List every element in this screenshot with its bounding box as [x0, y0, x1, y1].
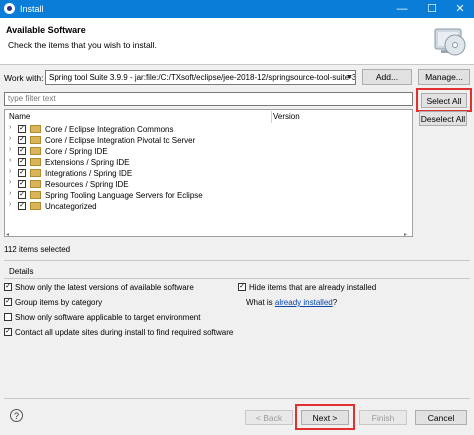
wizard-header: Available Software Check the items that …	[0, 18, 474, 65]
chevron-down-icon[interactable]: ▼	[346, 71, 353, 84]
install-cd-icon	[434, 28, 466, 56]
package-icon	[30, 191, 41, 199]
expand-chevron-icon[interactable]: ›	[9, 146, 11, 153]
software-tree: Name Version › ✓ Core / Eclipse Integrat…	[4, 109, 413, 237]
separator	[4, 260, 470, 261]
tree-item[interactable]: › ✓ Core / Eclipse Integration Commons	[9, 124, 389, 135]
expand-chevron-icon[interactable]: ›	[9, 190, 11, 197]
scroll-left-icon[interactable]: ◂	[6, 231, 9, 238]
already-installed-link[interactable]: already installed	[275, 298, 333, 307]
item-checkbox[interactable]: ✓	[18, 191, 26, 199]
target-environment-checkbox[interactable]: Show only software applicable to target …	[4, 312, 264, 323]
tree-item[interactable]: › ✓ Core / Spring IDE	[9, 146, 389, 157]
tree-item[interactable]: › ✓ Integrations / Spring IDE	[9, 168, 389, 179]
selection-count: 112 items selected	[4, 245, 71, 254]
tree-item-label: Extensions / Spring IDE	[45, 158, 130, 167]
help-icon[interactable]: ?	[10, 409, 23, 422]
page-title: Available Software	[6, 25, 86, 35]
expand-chevron-icon[interactable]: ›	[9, 168, 11, 175]
item-checkbox[interactable]: ✓	[18, 125, 26, 133]
tree-item[interactable]: › ✓ Resources / Spring IDE	[9, 179, 389, 190]
checkbox-label: Show only the latest versions of availab…	[15, 283, 194, 292]
latest-versions-checkbox[interactable]: ✓ Show only the latest versions of avail…	[4, 282, 234, 293]
package-icon	[30, 158, 41, 166]
item-checkbox[interactable]: ✓	[18, 158, 26, 166]
minimize-button[interactable]: —	[388, 0, 416, 18]
details-label: Details	[9, 267, 34, 276]
back-button[interactable]: < Back	[245, 410, 293, 425]
window-title: Install	[20, 4, 44, 14]
tree-item-label: Uncategorized	[45, 202, 97, 211]
finish-button[interactable]: Finish	[359, 410, 407, 425]
what-is-installed-text: What is already installed?	[246, 297, 337, 308]
checkbox-label: Show only software applicable to target …	[15, 313, 201, 322]
select-all-button[interactable]: Select All	[421, 93, 467, 108]
checkbox-box[interactable]: ✓	[4, 328, 12, 336]
package-icon	[30, 136, 41, 144]
item-checkbox[interactable]: ✓	[18, 136, 26, 144]
item-checkbox[interactable]: ✓	[18, 169, 26, 177]
manage-button[interactable]: Manage...	[418, 69, 470, 85]
cancel-button[interactable]: Cancel	[415, 410, 467, 425]
hide-installed-checkbox[interactable]: ✓ Hide items that are already installed	[238, 282, 468, 293]
next-highlight: Next >	[295, 404, 355, 430]
expand-chevron-icon[interactable]: ›	[9, 135, 11, 142]
what-is-suffix: ?	[332, 298, 338, 307]
work-with-label: Work with:	[4, 73, 44, 83]
separator	[4, 278, 470, 279]
title-bar: Install — ☐ ✕	[0, 0, 474, 18]
contact-update-sites-checkbox[interactable]: ✓ Contact all update sites during instal…	[4, 327, 304, 338]
column-separator[interactable]	[271, 111, 272, 123]
tree-item-label: Core / Eclipse Integration Pivotal tc Se…	[45, 136, 196, 145]
expand-chevron-icon[interactable]: ›	[9, 179, 11, 186]
tree-item[interactable]: › ✓ Spring Tooling Language Servers for …	[9, 190, 389, 201]
next-button[interactable]: Next >	[301, 410, 349, 425]
item-checkbox[interactable]: ✓	[18, 147, 26, 155]
tree-item[interactable]: › ✓ Uncategorized	[9, 201, 389, 212]
column-name[interactable]: Name	[9, 111, 30, 123]
checkbox-box[interactable]	[4, 313, 12, 321]
eclipse-icon	[4, 3, 15, 14]
tree-item-label: Spring Tooling Language Servers for Ecli…	[45, 191, 203, 200]
package-icon	[30, 202, 41, 210]
checkbox-label: Hide items that are already installed	[249, 283, 377, 292]
checkbox-box[interactable]: ✓	[4, 298, 12, 306]
item-checkbox[interactable]: ✓	[18, 180, 26, 188]
checkbox-label: Contact all update sites during install …	[15, 328, 234, 337]
tree-item-label: Integrations / Spring IDE	[45, 169, 133, 178]
scroll-right-icon[interactable]: ▸	[404, 231, 407, 238]
what-is-prefix: What is	[246, 298, 273, 307]
select-all-highlight: Select All	[416, 88, 472, 112]
tree-item-label: Core / Eclipse Integration Commons	[45, 125, 174, 134]
checkbox-box[interactable]: ✓	[238, 283, 246, 291]
package-icon	[30, 125, 41, 133]
add-button[interactable]: Add...	[362, 69, 412, 85]
checkbox-label: Group items by category	[15, 298, 103, 307]
tree-item-label: Resources / Spring IDE	[45, 180, 129, 189]
separator	[4, 398, 470, 399]
expand-chevron-icon[interactable]: ›	[9, 157, 11, 164]
item-checkbox[interactable]: ✓	[18, 202, 26, 210]
page-subtitle: Check the items that you wish to install…	[8, 40, 157, 50]
checkbox-box[interactable]: ✓	[4, 283, 12, 291]
expand-chevron-icon[interactable]: ›	[9, 124, 11, 131]
close-button[interactable]: ✕	[446, 0, 474, 18]
filter-input[interactable]: type filter text	[4, 92, 413, 106]
deselect-all-button[interactable]: Deselect All	[419, 111, 467, 126]
work-with-value: Spring tool Suite 3.9.9 - jar:file:/C:/T…	[49, 73, 356, 82]
tree-item[interactable]: › ✓ Extensions / Spring IDE	[9, 157, 389, 168]
maximize-button[interactable]: ☐	[418, 0, 446, 18]
tree-item[interactable]: › ✓ Core / Eclipse Integration Pivotal t…	[9, 135, 389, 146]
package-icon	[30, 169, 41, 177]
column-version[interactable]: Version	[273, 111, 300, 123]
package-icon	[30, 180, 41, 188]
expand-chevron-icon[interactable]: ›	[9, 201, 11, 208]
group-by-category-checkbox[interactable]: ✓ Group items by category	[4, 297, 234, 308]
work-with-combo[interactable]: Spring tool Suite 3.9.9 - jar:file:/C:/T…	[45, 70, 356, 85]
package-icon	[30, 147, 41, 155]
tree-item-label: Core / Spring IDE	[45, 147, 108, 156]
